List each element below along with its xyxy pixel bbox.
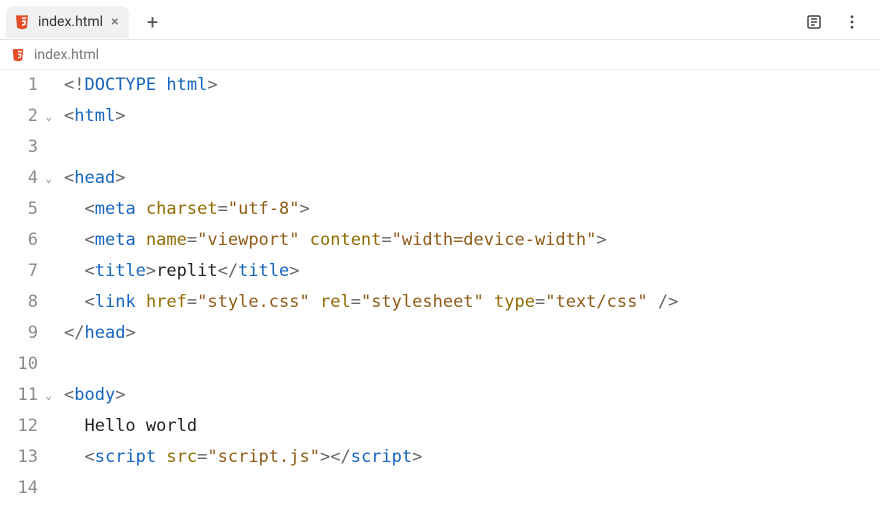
line-number: 9 [0, 318, 54, 349]
code-line[interactable]: <meta name="viewport" content="width=dev… [64, 225, 880, 256]
code-line[interactable]: <script src="script.js"></script> [64, 442, 880, 473]
close-tab-icon[interactable]: × [111, 15, 118, 29]
new-tab-button[interactable]: + [139, 8, 167, 36]
code-line[interactable]: <link href="style.css" rel="stylesheet" … [64, 287, 880, 318]
file-tab-active[interactable]: index.html × [6, 6, 129, 38]
line-number: 2⌄ [0, 101, 54, 132]
line-number-gutter: 12⌄34⌄567891011⌄121314 [0, 70, 58, 504]
line-number: 10 [0, 349, 54, 380]
fold-caret-icon[interactable]: ⌄ [42, 101, 52, 132]
breadcrumb-filename: index.html [34, 47, 99, 63]
line-number: 14 [0, 473, 54, 504]
code-line[interactable] [64, 349, 880, 380]
tab-bar: index.html × + [0, 0, 880, 40]
code-editor[interactable]: 12⌄34⌄567891011⌄121314 <!DOCTYPE html><h… [0, 70, 880, 504]
line-number: 6 [0, 225, 54, 256]
line-number: 11⌄ [0, 380, 54, 411]
code-line[interactable] [64, 473, 880, 504]
code-line[interactable]: <!DOCTYPE html> [64, 70, 880, 101]
line-number: 12 [0, 411, 54, 442]
fold-caret-icon[interactable]: ⌄ [42, 380, 52, 411]
code-line[interactable]: <title>replit</title> [64, 256, 880, 287]
code-line[interactable]: <meta charset="utf-8"> [64, 194, 880, 225]
code-line[interactable]: Hello world [64, 411, 880, 442]
line-number: 8 [0, 287, 54, 318]
line-number: 13 [0, 442, 54, 473]
line-number: 4⌄ [0, 163, 54, 194]
line-number: 3 [0, 132, 54, 163]
html5-icon [14, 14, 30, 30]
code-line[interactable]: <body> [64, 380, 880, 411]
code-line[interactable]: </head> [64, 318, 880, 349]
code-line[interactable]: <html> [64, 101, 880, 132]
line-number: 7 [0, 256, 54, 287]
panel-icon[interactable] [802, 10, 826, 34]
fold-caret-icon[interactable]: ⌄ [42, 163, 52, 194]
file-tab-label: index.html [38, 14, 103, 30]
more-menu-icon[interactable] [840, 10, 864, 34]
code-line[interactable] [64, 132, 880, 163]
top-right-actions [802, 10, 874, 34]
code-content[interactable]: <!DOCTYPE html><html> <head> <meta charse… [58, 70, 880, 504]
code-line[interactable]: <head> [64, 163, 880, 194]
html5-icon [10, 47, 26, 63]
breadcrumb: index.html [0, 40, 880, 70]
line-number: 5 [0, 194, 54, 225]
line-number: 1 [0, 70, 54, 101]
